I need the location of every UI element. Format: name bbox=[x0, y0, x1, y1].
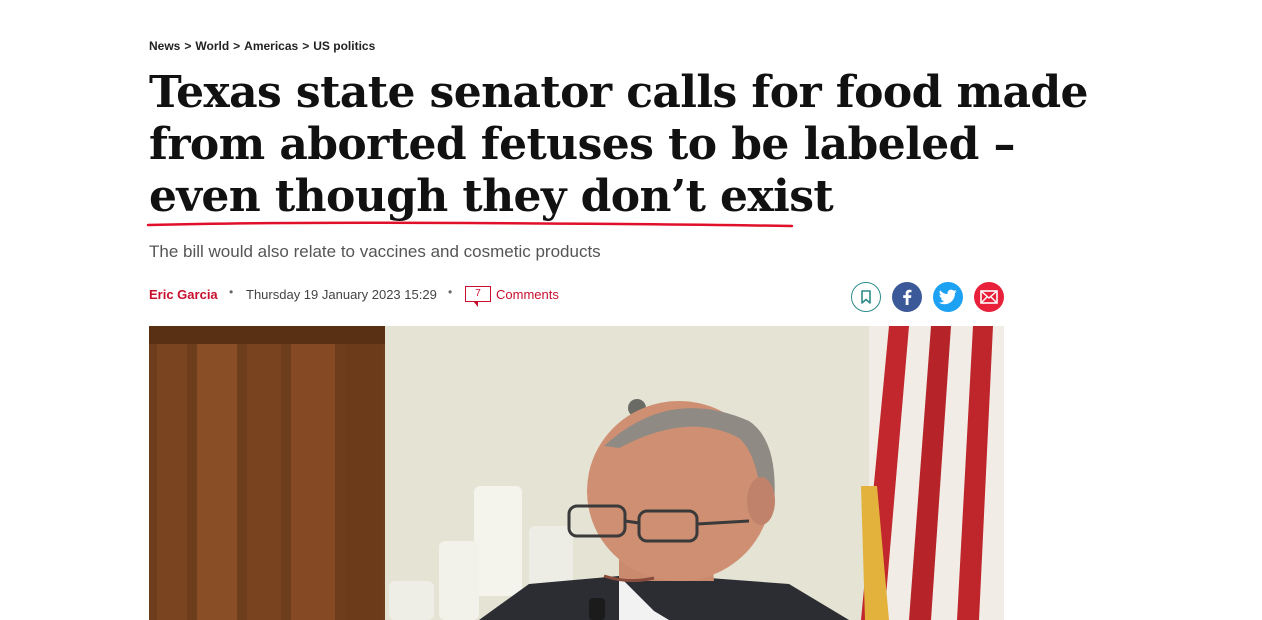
headline-line-3: even though they don’t exist bbox=[149, 171, 834, 222]
meta-bullet: • bbox=[448, 285, 453, 299]
article-hero-image bbox=[149, 326, 1004, 620]
comments-label: Comments bbox=[496, 287, 559, 302]
breadcrumb-news[interactable]: News bbox=[149, 39, 180, 53]
meta-bullet: • bbox=[229, 285, 234, 299]
headline-line-2: from aborted fetuses to be labeled – bbox=[149, 119, 1015, 170]
comments-link[interactable]: 7 Comments bbox=[465, 282, 559, 310]
bookmark-button[interactable] bbox=[851, 282, 881, 312]
bookmark-icon bbox=[861, 290, 871, 304]
breadcrumb-separator: > bbox=[184, 39, 192, 53]
breadcrumb-separator: > bbox=[233, 39, 241, 53]
article-meta: Eric Garcia • Thursday 19 January 2023 1… bbox=[149, 282, 1004, 312]
breadcrumb-world[interactable]: World bbox=[195, 39, 229, 53]
breadcrumb-us-politics[interactable]: US politics bbox=[313, 39, 375, 53]
breadcrumb-americas[interactable]: Americas bbox=[244, 39, 298, 53]
author-link[interactable]: Eric Garcia bbox=[149, 287, 218, 302]
facebook-icon bbox=[903, 289, 912, 305]
headline-line-1: Texas state senator calls for food made bbox=[149, 67, 1089, 118]
twitter-share-button[interactable] bbox=[933, 282, 963, 312]
headline: Texas state senator calls for food made … bbox=[149, 67, 1089, 223]
breadcrumb: News > World > Americas > US politics bbox=[149, 39, 375, 53]
red-underline-annotation bbox=[146, 221, 794, 228]
twitter-icon bbox=[939, 289, 957, 305]
comment-bubble-icon: 7 bbox=[465, 286, 491, 307]
email-share-button[interactable] bbox=[974, 282, 1004, 312]
page: News > World > Americas > US politics Texas st… bbox=[0, 0, 1262, 620]
email-icon bbox=[980, 290, 998, 304]
facebook-share-button[interactable] bbox=[892, 282, 922, 312]
breadcrumb-separator: > bbox=[302, 39, 310, 53]
standfirst: The bill would also relate to vaccines a… bbox=[149, 242, 601, 261]
publish-date: Thursday 19 January 2023 15:29 bbox=[246, 287, 437, 302]
senator-photo bbox=[149, 326, 1004, 620]
share-bar bbox=[851, 282, 1004, 312]
